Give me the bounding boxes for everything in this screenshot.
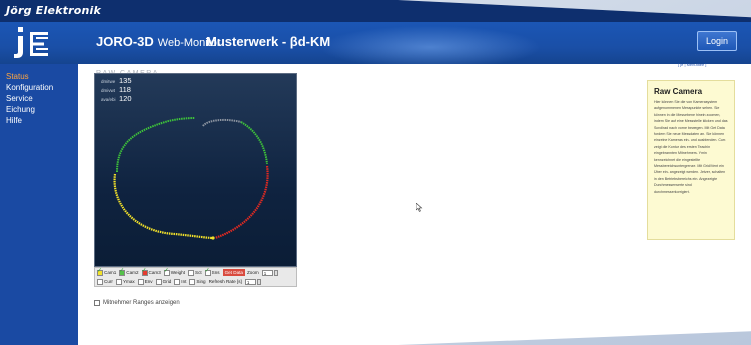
contour-yellow: [113, 173, 214, 240]
brand-bar: Jörg Elektronik: [0, 0, 751, 22]
sidebar-item-konfiguration[interactable]: Konfiguration: [0, 82, 78, 93]
contour-red: [214, 165, 269, 240]
header: JORO-3D Web-Monitor Musterwerk - βd-KM Lo…: [0, 22, 751, 64]
cam3-checkbox[interactable]: [141, 267, 148, 276]
measurement-contour: [113, 117, 269, 240]
env-checkbox[interactable]: [137, 278, 144, 285]
help-link[interactable]: [ je | Menutitee ]: [678, 62, 706, 67]
ymax-label: Ymax: [122, 279, 135, 284]
ymax-checkbox[interactable]: [115, 278, 122, 285]
ranges-option[interactable]: Mitnehmer Ranges anzeigen: [94, 300, 180, 306]
sns-label: Sns: [211, 270, 220, 275]
browser-window: Jörg Elektronik JORO-3D Web-Monitor Muste…: [0, 0, 751, 345]
ranges-checkbox[interactable]: [94, 300, 100, 306]
int-label: Int: [181, 279, 187, 284]
brand-name: Jörg Elektronik: [6, 4, 101, 17]
contour-green-left: [116, 117, 196, 173]
cam2-label: Cam2: [126, 270, 139, 275]
sidebar-item-hilfe[interactable]: Hilfe: [0, 115, 78, 126]
curr-checkbox[interactable]: [97, 278, 103, 285]
get-data-button[interactable]: Get Data: [222, 269, 245, 276]
cam3-label: Cam3: [148, 270, 161, 275]
zoom-stepper[interactable]: [273, 269, 278, 276]
curr-label: Curr: [104, 279, 113, 284]
sidebar-item-status[interactable]: Status: [0, 71, 78, 82]
sct-checkbox[interactable]: [188, 269, 195, 276]
env-label: Env: [144, 279, 153, 284]
help-panel: Raw Camera Hier können Sie die von Kamer…: [647, 80, 735, 240]
app-title: JORO-3D Web-Monitor: [96, 34, 221, 49]
refresh-stepper[interactable]: [256, 278, 261, 285]
cam2-checkbox[interactable]: [119, 267, 126, 276]
refresh-label: Refresh Rate [s]: [208, 279, 242, 284]
sns-checkbox[interactable]: [204, 267, 211, 276]
sing-checkbox[interactable]: [189, 278, 196, 285]
sidebar-item-service[interactable]: Service: [0, 93, 78, 104]
mouse-cursor-icon: [416, 203, 423, 212]
site-title: Musterwerk - βd-KM: [206, 34, 331, 49]
sidebar-item-eichung[interactable]: Eichung: [0, 104, 78, 115]
help-text: Hier können Sie die von Kamerasystem auf…: [654, 100, 728, 194]
contour-marker: [211, 236, 215, 240]
controls-row-2: Curr Ymax Env Grid Int Sing Refresh Rate…: [95, 277, 296, 286]
cam1-label: Cam1: [104, 270, 117, 275]
main-content: RAW CAMERA dmitwe 135 dmivwt 118 ava/ebi…: [82, 64, 622, 345]
ranges-label: Mitnehmer Ranges anzeigen: [103, 300, 180, 306]
zoom-input[interactable]: 1: [261, 269, 273, 276]
cam1-checkbox[interactable]: [97, 267, 103, 276]
weight-label: Weight: [170, 270, 186, 275]
contour-gray: [202, 118, 242, 127]
camera-controls: Cam1 Cam2 Cam3 Weight Sct Sns Get Data Z…: [94, 267, 297, 287]
grid-label: Grid: [162, 279, 172, 284]
int-checkbox[interactable]: [174, 278, 181, 285]
sidebar: Status Konfiguration Service Eichung Hil…: [0, 64, 78, 345]
help-title: Raw Camera: [654, 87, 703, 96]
sidebar-nav: Status Konfiguration Service Eichung Hil…: [0, 64, 78, 126]
zoom-label: Zoom: [246, 270, 259, 275]
controls-row-1: Cam1 Cam2 Cam3 Weight Sct Sns Get Data Z…: [95, 267, 296, 277]
header-decoration: [300, 22, 560, 64]
contour-green-right: [240, 121, 268, 165]
sing-label: Sing: [196, 279, 206, 284]
camera-view[interactable]: dmitwe 135 dmivwt 118 ava/ebi 120: [94, 73, 297, 267]
login-button[interactable]: Login: [697, 31, 737, 51]
grid-checkbox[interactable]: [155, 278, 162, 285]
weight-checkbox[interactable]: [163, 267, 170, 276]
je-logo-icon: [14, 27, 48, 58]
sct-label: Sct: [195, 270, 202, 275]
refresh-input[interactable]: 1: [244, 278, 256, 285]
app-title-main: JORO-3D: [96, 34, 154, 49]
